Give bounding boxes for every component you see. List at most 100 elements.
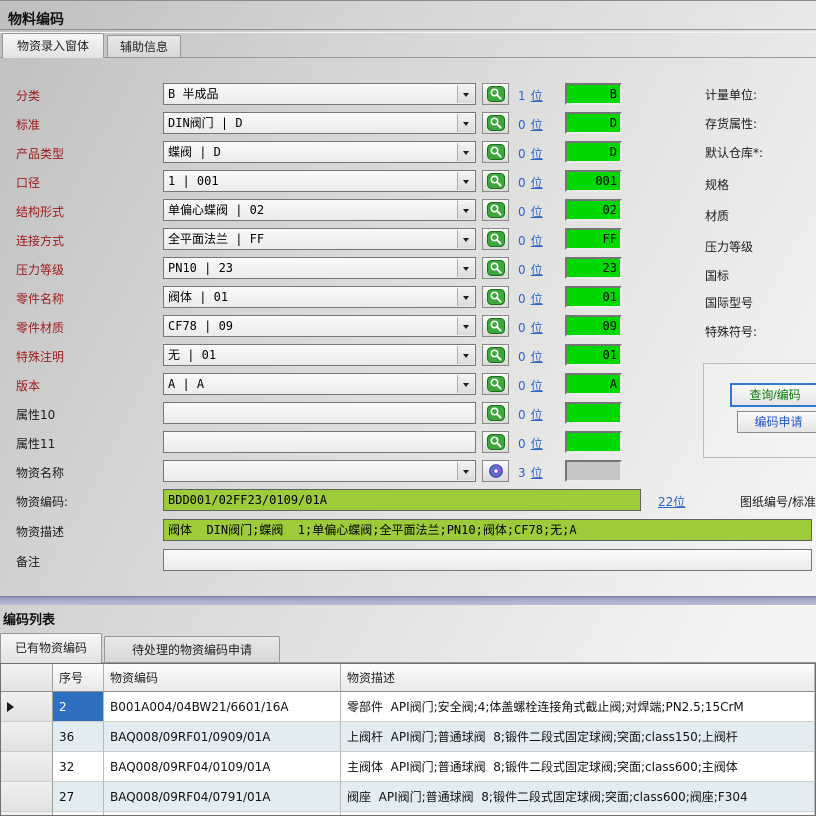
note-field[interactable] xyxy=(163,549,812,571)
table-row[interactable]: 27BAQ008/09RF04/0791/01A阀座 API阀门;普通球阀 8;… xyxy=(1,782,815,812)
dropdown-button[interactable] xyxy=(457,172,474,190)
generate-name-button[interactable] xyxy=(482,460,509,482)
combo-field[interactable]: CF78 | 09 xyxy=(163,315,476,337)
cell-code[interactable]: BAQ008/09RF01/0909/01A xyxy=(104,722,341,752)
digit-unit-link[interactable]: 位 xyxy=(531,292,543,306)
encode-request-button[interactable]: 编码申请 xyxy=(737,411,816,433)
search-button[interactable] xyxy=(482,431,509,453)
dropdown-button[interactable] xyxy=(457,317,474,335)
column-header[interactable]: 物资描述 xyxy=(341,664,815,692)
dropdown-button[interactable] xyxy=(457,85,474,103)
digit-count: 0位 xyxy=(518,145,543,162)
combo-field[interactable]: 全平面法兰 | FF xyxy=(163,228,476,250)
query-encode-button[interactable]: 查询/编码 xyxy=(730,383,816,407)
search-button[interactable] xyxy=(482,199,509,221)
combo-field[interactable]: DIN阀门 | D xyxy=(163,112,476,134)
dropdown-button[interactable] xyxy=(457,143,474,161)
cell-desc[interactable]: 上阀杆 API阀门;普通球阀 8;锻件二段式固定球阀;突面;class150;上… xyxy=(341,722,815,752)
material-name-combo[interactable]: 阀体 xyxy=(163,460,476,482)
magnifier-icon xyxy=(487,318,505,334)
row-header-cell[interactable] xyxy=(1,692,53,722)
dropdown-button[interactable] xyxy=(457,259,474,277)
field-label: 零件材质 xyxy=(16,319,64,336)
digit-unit-link[interactable]: 位 xyxy=(531,176,543,190)
cell-desc[interactable]: 阀座 API阀门;普通球阀 8;锻件二段式固定球阀;突面;class600;阀座… xyxy=(341,782,815,812)
digit-unit-link[interactable]: 位 xyxy=(531,118,543,132)
digit-unit-link[interactable]: 位 xyxy=(531,321,543,335)
digit-unit-link[interactable]: 位 xyxy=(531,466,543,480)
digit-unit-link[interactable]: 位 xyxy=(531,263,543,277)
table-row[interactable]: 2B001A004/04BW21/6601/16A零部件 API阀门;安全阀;4… xyxy=(1,692,815,722)
row-header-cell[interactable] xyxy=(1,782,53,812)
digit-count: 0位 xyxy=(518,174,543,191)
cell-code[interactable]: BAQ008/09RF04/0109/01A xyxy=(104,752,341,782)
combo-field[interactable]: PN10 | 23 xyxy=(163,257,476,279)
cell-desc[interactable]: 主阀体 API阀门;普通球阀 8;锻件二段式固定球阀;突面;class600;主… xyxy=(341,752,815,782)
search-button[interactable] xyxy=(482,344,509,366)
search-button[interactable] xyxy=(482,315,509,337)
cell-desc[interactable]: 零部件 API阀门;安全阀;4;体盖螺栓连接角式截止阀;对焊端;PN2.5;15… xyxy=(341,692,815,722)
text-field[interactable] xyxy=(163,402,476,424)
digit-unit-link[interactable]: 位 xyxy=(531,89,543,103)
digit-unit-link[interactable]: 位 xyxy=(531,234,543,248)
search-button[interactable] xyxy=(482,170,509,192)
combo-field[interactable]: 无 | 01 xyxy=(163,344,476,366)
search-button[interactable] xyxy=(482,286,509,308)
column-header[interactable]: 物资编码 xyxy=(104,664,341,692)
row-header-cell[interactable] xyxy=(1,722,53,752)
material-code-field[interactable]: BDD001/02FF23/0109/01A xyxy=(163,489,641,511)
search-button[interactable] xyxy=(482,112,509,134)
dropdown-button[interactable] xyxy=(457,346,474,364)
cell-code[interactable]: BAQ008/09RF04/0791/01A xyxy=(104,782,341,812)
chevron-down-icon xyxy=(463,209,469,216)
tab-existing-codes[interactable]: 已有物资编码 xyxy=(0,633,102,663)
tab-material-entry[interactable]: 物资录入窗体 xyxy=(2,33,104,58)
table-header-row: 序号物资编码物资描述 xyxy=(1,664,815,692)
digit-unit-link[interactable]: 位 xyxy=(531,147,543,161)
search-button[interactable] xyxy=(482,141,509,163)
text-field[interactable] xyxy=(163,431,476,453)
combo-field[interactable]: 1 | 001 xyxy=(163,170,476,192)
combo-field[interactable]: B 半成品 xyxy=(163,83,476,105)
material-desc-field[interactable]: 阀体 DIN阀门;蝶阀 1;单偏心蝶阀;全平面法兰;PN10;阀体;CF78;无… xyxy=(163,519,812,541)
cell-seq[interactable]: 27 xyxy=(53,782,104,812)
combo-field[interactable]: 阀体 | 01 xyxy=(163,286,476,308)
cell-seq[interactable]: 36 xyxy=(53,722,104,752)
tab-pending-requests[interactable]: 待处理的物资编码申请 xyxy=(104,636,280,663)
combo-field[interactable]: 蝶阀 | D xyxy=(163,141,476,163)
dropdown-button[interactable] xyxy=(457,288,474,306)
cell-desc[interactable] xyxy=(341,812,815,816)
search-button[interactable] xyxy=(482,373,509,395)
column-header[interactable]: 序号 xyxy=(53,664,104,692)
digit-unit-link[interactable]: 位 xyxy=(531,379,543,393)
search-button[interactable] xyxy=(482,257,509,279)
combo-field[interactable]: A | A xyxy=(163,373,476,395)
dropdown-button[interactable] xyxy=(457,375,474,393)
row-header-cell[interactable] xyxy=(1,752,53,782)
cell-code[interactable] xyxy=(104,812,341,816)
tab-auxiliary-info[interactable]: 辅助信息 xyxy=(107,35,181,58)
combo-field[interactable]: 单偏心蝶阀 | 02 xyxy=(163,199,476,221)
digit-unit-link[interactable]: 位 xyxy=(531,437,543,451)
dropdown-button[interactable] xyxy=(457,462,474,480)
digit-unit-link[interactable]: 位 xyxy=(531,408,543,422)
search-button[interactable] xyxy=(482,83,509,105)
dropdown-button[interactable] xyxy=(457,201,474,219)
cell-seq[interactable]: 2 xyxy=(53,692,104,722)
search-button[interactable] xyxy=(482,402,509,424)
table-row[interactable] xyxy=(1,812,815,816)
cell-seq[interactable] xyxy=(53,812,104,816)
search-button[interactable] xyxy=(482,228,509,250)
digit-unit-link[interactable]: 位 xyxy=(531,205,543,219)
field-value: PN10 | 23 xyxy=(168,261,233,275)
table-row[interactable]: 32BAQ008/09RF04/0109/01A主阀体 API阀门;普通球阀 8… xyxy=(1,752,815,782)
code-length-link[interactable]: 22位 xyxy=(658,493,685,510)
row-header-cell[interactable] xyxy=(1,812,53,816)
cell-code[interactable]: B001A004/04BW21/6601/16A xyxy=(104,692,341,722)
dropdown-button[interactable] xyxy=(457,230,474,248)
dropdown-button[interactable] xyxy=(457,114,474,132)
cell-seq[interactable]: 32 xyxy=(53,752,104,782)
table-row[interactable]: 36BAQ008/09RF01/0909/01A上阀杆 API阀门;普通球阀 8… xyxy=(1,722,815,752)
splitter-bar[interactable] xyxy=(0,596,816,605)
digit-unit-link[interactable]: 位 xyxy=(531,350,543,364)
